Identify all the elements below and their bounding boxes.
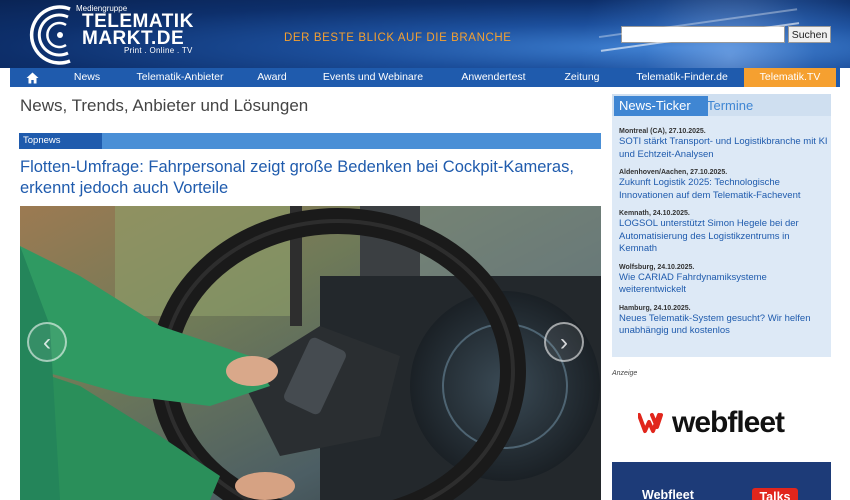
webfleet-logo-icon [638, 413, 663, 433]
nav-item-award[interactable]: Award [241, 68, 303, 87]
list-item[interactable]: Kemnath, 24.10.2025. LOGSOL unterstützt … [619, 209, 828, 256]
webfleet-talks-banner[interactable]: Webfleet Talks [612, 462, 831, 500]
truck-cockpit-photo [20, 206, 601, 500]
home-icon [26, 72, 39, 83]
ticker-tabs: News-Ticker Termine [612, 94, 831, 116]
search-input[interactable] [621, 26, 785, 43]
list-item[interactable]: Wolfsburg, 24.10.2025. Wie CARIAD Fahrdy… [619, 263, 828, 297]
nav-item-telematik-tv[interactable]: Telematik.TV [744, 68, 836, 87]
ticker-dateline: Montreal (CA), 27.10.2025. [619, 128, 706, 135]
ticker-headline-link[interactable]: Wie CARIAD Fahrdynamiksysteme weiterentw… [619, 272, 828, 297]
slider-next-button[interactable]: › [544, 322, 584, 362]
ticker-list: Montreal (CA), 27.10.2025. SOTI stärkt T… [619, 127, 828, 345]
ticker-headline-link[interactable]: LOGSOL unterstützt Simon Hegele bei der … [619, 218, 828, 256]
nav-item-anwendertest[interactable]: Anwendertest [443, 68, 544, 87]
ticker-dateline: Aldenhoven/Aachen, 27.10.2025. [619, 169, 728, 176]
ticker-headline-link[interactable]: Neues Telematik-System gesucht? Wir helf… [619, 313, 828, 338]
ticker-dateline: Kemnath, 24.10.2025. [619, 210, 690, 217]
list-item[interactable]: Hamburg, 24.10.2025. Neues Telematik-Sys… [619, 304, 828, 338]
list-item[interactable]: Montreal (CA), 27.10.2025. SOTI stärkt T… [619, 127, 828, 161]
ticker-dateline: Hamburg, 24.10.2025. [619, 304, 691, 312]
webfleet-ad[interactable]: webfleet [638, 406, 785, 439]
nav-item-telematik-finder[interactable]: Telematik-Finder.de [620, 68, 744, 87]
ticker-dateline: Wolfsburg, 24.10.2025. [619, 263, 695, 271]
tab-news-ticker[interactable]: News-Ticker [614, 96, 708, 116]
ad-label: Anzeige [612, 370, 638, 377]
webfleet-wordmark: webfleet [672, 406, 785, 439]
search-button[interactable]: Suchen [788, 26, 831, 43]
site-logo[interactable]: Mediengruppe TELEMATIK MARKT.DE Print . … [24, 3, 204, 65]
logo-tagline: Print . Online . TV [124, 46, 193, 55]
header-slogan: DER BESTE BLICK AUF DIE BRANCHE [284, 32, 512, 44]
news-ticker: News-Ticker Termine Montreal (CA), 27.10… [612, 94, 831, 357]
nav-item-zeitung[interactable]: Zeitung [544, 68, 620, 87]
tab-termine[interactable]: Termine [707, 96, 753, 116]
topnews-tab[interactable]: Topnews [19, 133, 102, 149]
nav-item-events[interactable]: Events und Webinare [303, 68, 443, 87]
topnews-bar: Topnews [19, 133, 601, 149]
ticker-headline-link[interactable]: Zukunft Logistik 2025: Technologische In… [619, 177, 828, 202]
banner-talks-badge: Talks [752, 488, 798, 500]
nav-home[interactable] [10, 68, 55, 87]
chevron-right-icon: › [560, 329, 568, 356]
nav-item-telematik-anbieter[interactable]: Telematik-Anbieter [119, 68, 241, 87]
article-headline-link[interactable]: Flotten-Umfrage: Fahrpersonal zeigt groß… [20, 157, 610, 199]
hero-image[interactable] [20, 206, 601, 500]
list-item[interactable]: Aldenhoven/Aachen, 27.10.2025. Zukunft L… [619, 168, 828, 202]
page-title: News, Trends, Anbieter und Lösungen [20, 96, 309, 115]
main-nav: News Telematik-Anbieter Award Events und… [10, 68, 840, 87]
ticker-headline-link[interactable]: SOTI stärkt Transport- und Logistikbranc… [619, 136, 828, 161]
site-header: Mediengruppe TELEMATIK MARKT.DE Print . … [0, 0, 850, 68]
chevron-left-icon: ‹ [43, 329, 51, 356]
banner-text: Webfleet [642, 488, 694, 500]
slider-prev-button[interactable]: ‹ [27, 322, 67, 362]
nav-item-news[interactable]: News [55, 68, 119, 87]
